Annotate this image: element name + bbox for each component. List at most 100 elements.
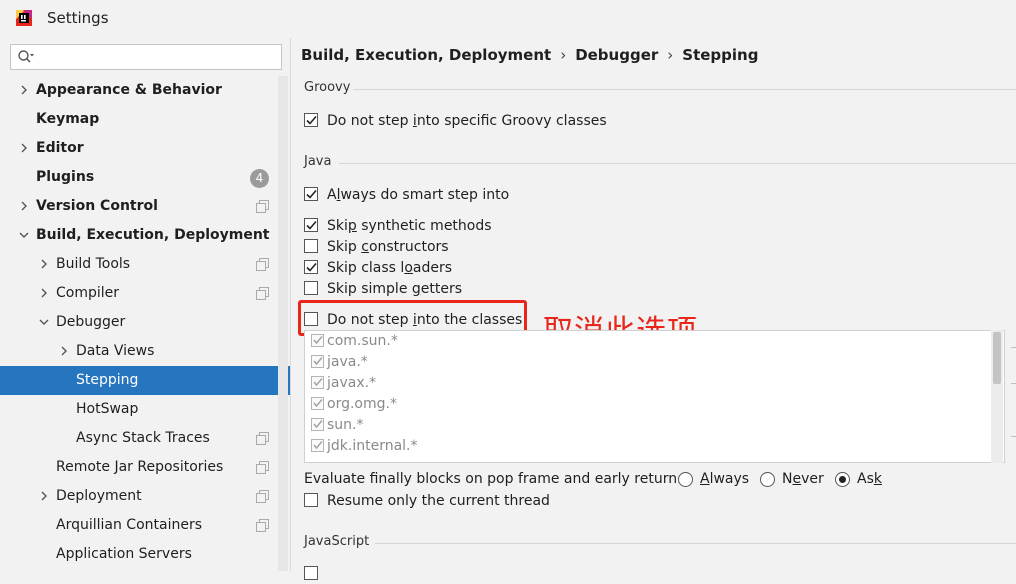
sidebar-item-deployment[interactable]: Deployment (0, 482, 290, 511)
search-icon[interactable] (17, 49, 35, 65)
javascript-separator (375, 543, 1016, 544)
class-item-checkbox[interactable] (311, 397, 324, 410)
sidebar-item-remote-jar-repositories[interactable]: Remote Jar Repositories (0, 453, 290, 482)
evaluate-finally-label: Evaluate finally blocks on pop frame and… (304, 471, 682, 487)
chevron-right-icon[interactable] (19, 143, 29, 153)
sidebar-scrollbar[interactable] (278, 76, 288, 571)
radio-ask[interactable] (835, 472, 850, 487)
checkbox[interactable] (304, 260, 318, 274)
sidebar-item-async-stack-traces[interactable]: Async Stack Traces (0, 424, 290, 453)
add-class-tool[interactable] (1011, 347, 1016, 348)
class-pattern: javax.* (327, 375, 377, 391)
project-settings-copy-icon (256, 519, 269, 532)
settings-sidebar: Appearance & Behavior Keymap Editor Plugins… (0, 38, 291, 571)
class-pattern: java.* (327, 354, 368, 370)
class-list-scrollbar-thumb[interactable] (993, 332, 1001, 384)
checkbox-label: Do not step into specific Groovy classes (327, 113, 607, 129)
sidebar-item-label: HotSwap (76, 401, 139, 417)
checkbox[interactable] (304, 281, 318, 295)
radio-always-label[interactable]: Always (700, 468, 749, 490)
checkbox[interactable] (304, 218, 318, 232)
project-settings-copy-icon (256, 258, 269, 271)
class-pattern: sun.* (327, 417, 364, 433)
sidebar-item-label: Appearance & Behavior (36, 82, 222, 98)
radio-always[interactable] (678, 472, 693, 487)
sidebar-item-plugins[interactable]: Plugins 4 (0, 163, 290, 192)
checkbox[interactable] (304, 239, 318, 253)
class-pattern: com.sun.* (327, 333, 398, 349)
sidebar-item-label: Keymap (36, 111, 100, 127)
breadcrumb: Build, Execution, Deployment › Debugger › St… (301, 46, 758, 64)
remove-class-tool[interactable] (1011, 383, 1016, 384)
breadcrumb-item: Debugger (575, 46, 659, 64)
checkbox[interactable] (304, 187, 318, 201)
sidebar-item-label: Application Servers (56, 546, 192, 562)
evaluate-finally-row: Evaluate finally blocks on pop frame and… (304, 468, 682, 490)
class-item-checkbox[interactable] (311, 334, 324, 347)
sidebar-item-build-execution-deployment[interactable]: Build, Execution, Deployment (0, 221, 290, 250)
radio-ask-label[interactable]: Ask (857, 468, 882, 490)
chevron-right-icon[interactable] (19, 201, 29, 211)
groovy-separator (353, 89, 1016, 90)
window-title: Settings (47, 9, 109, 27)
sidebar-item-label: Editor (36, 140, 84, 156)
class-pattern: org.omg.* (327, 396, 397, 412)
chevron-right-icon[interactable] (39, 288, 49, 298)
excluded-classes-list[interactable]: com.sun.* java.* javax.* org.omg.* sun.* jdk.… (304, 330, 1005, 463)
sidebar-item-version-control[interactable]: Version Control (0, 192, 290, 221)
sidebar-item-appearance-behavior[interactable]: Appearance & Behavior (0, 76, 290, 105)
sidebar-item-label: Deployment (56, 488, 142, 504)
intellij-logo-icon (16, 10, 32, 26)
sidebar-item-label: Build, Execution, Deployment (36, 227, 270, 243)
checkbox-label: Skip simple getters (327, 281, 463, 297)
sidebar-item-arquillian-containers[interactable]: Arquillian Containers (0, 511, 290, 540)
javascript-section-title: JavaScript (304, 534, 370, 549)
settings-search-input[interactable] (10, 44, 282, 70)
project-settings-copy-icon (256, 432, 269, 445)
chevron-right-icon[interactable] (39, 491, 49, 501)
checkbox-label: Skip class loaders (327, 260, 453, 276)
chevron-down-icon[interactable] (19, 230, 29, 240)
radio-never[interactable] (760, 472, 775, 487)
sidebar-item-label: Compiler (56, 285, 120, 301)
checkbox-label: Skip constructors (327, 239, 449, 255)
breadcrumb-separator: › (667, 46, 674, 64)
sidebar-item-label: Plugins (36, 169, 95, 185)
class-pattern: jdk.internal.* (327, 438, 418, 454)
checkbox-label: Skip synthetic methods (327, 218, 492, 234)
settings-content: Build, Execution, Deployment › Debugger › St… (291, 38, 1016, 580)
java-separator (339, 163, 1016, 164)
checkbox[interactable] (304, 113, 318, 127)
checkbox[interactable] (304, 493, 318, 507)
sidebar-item-data-views[interactable]: Data Views (0, 337, 290, 366)
sidebar-item-label: Debugger (56, 314, 126, 330)
plugin-updates-badge: 4 (250, 169, 269, 188)
radio-never-label[interactable]: Never (782, 468, 824, 490)
sidebar-item-hotswap[interactable]: HotSwap (0, 395, 290, 424)
class-item-checkbox[interactable] (311, 355, 324, 368)
chevron-right-icon[interactable] (39, 259, 49, 269)
sidebar-item-label: Stepping (76, 372, 139, 388)
sidebar-item-editor[interactable]: Editor (0, 134, 290, 163)
sidebar-item-keymap[interactable]: Keymap (0, 105, 290, 134)
radio-selected-dot (839, 476, 846, 483)
checkbox[interactable] (304, 566, 318, 580)
chevron-down-icon[interactable] (39, 317, 49, 327)
class-item-checkbox[interactable] (311, 439, 324, 452)
sidebar-item-build-tools[interactable]: Build Tools (0, 250, 290, 279)
sidebar-item-compiler[interactable]: Compiler (0, 279, 290, 308)
breadcrumb-current: Stepping (682, 46, 759, 64)
project-settings-copy-icon (256, 287, 269, 300)
sidebar-item-debugger[interactable]: Debugger (0, 308, 290, 337)
project-settings-copy-icon (256, 490, 269, 503)
edit-class-tool[interactable] (1011, 436, 1016, 437)
class-item-checkbox[interactable] (311, 418, 324, 431)
sidebar-item-label: Remote Jar Repositories (56, 459, 224, 475)
class-item-checkbox[interactable] (311, 376, 324, 389)
title-bar: Settings (0, 0, 1016, 38)
chevron-right-icon[interactable] (59, 346, 69, 356)
sidebar-item-application-servers[interactable]: Application Servers (0, 540, 290, 569)
sidebar-item-label: Arquillian Containers (56, 517, 203, 533)
chevron-right-icon[interactable] (19, 85, 29, 95)
sidebar-item-stepping[interactable]: Stepping (0, 366, 290, 395)
